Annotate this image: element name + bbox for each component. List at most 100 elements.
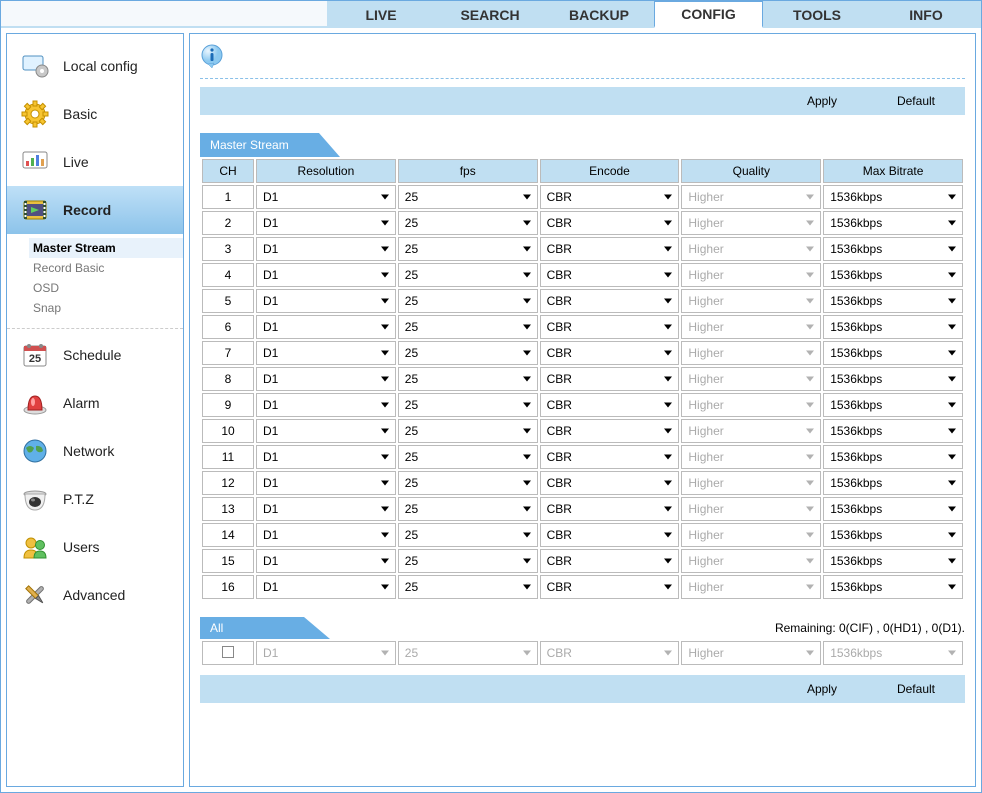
quality-select[interactable]: Higher (681, 211, 821, 235)
bitrate-select[interactable]: 1536kbps (823, 367, 963, 391)
encode-select[interactable]: CBR (540, 185, 680, 209)
tab-tools[interactable]: TOOLS (763, 1, 872, 28)
fps-select[interactable]: 25 (398, 367, 538, 391)
bitrate-select[interactable]: 1536kbps (823, 289, 963, 313)
sidebar-item-live[interactable]: Live (7, 138, 183, 186)
quality-select[interactable]: Higher (681, 289, 821, 313)
sidebar-subitem-snap[interactable]: Snap (29, 298, 183, 318)
default-button-bottom[interactable]: Default (897, 682, 935, 696)
bitrate-select[interactable]: 1536kbps (823, 523, 963, 547)
all-fps-select[interactable]: 25 (398, 641, 538, 665)
resolution-select[interactable]: D1 (256, 393, 396, 417)
apply-button[interactable]: Apply (807, 94, 837, 108)
fps-select[interactable]: 25 (398, 289, 538, 313)
quality-select[interactable]: Higher (681, 445, 821, 469)
encode-select[interactable]: CBR (540, 523, 680, 547)
bitrate-select[interactable]: 1536kbps (823, 445, 963, 469)
bitrate-select[interactable]: 1536kbps (823, 315, 963, 339)
encode-select[interactable]: CBR (540, 419, 680, 443)
sidebar-item-network[interactable]: Network (7, 427, 183, 475)
encode-select[interactable]: CBR (540, 211, 680, 235)
quality-select[interactable]: Higher (681, 237, 821, 261)
fps-select[interactable]: 25 (398, 341, 538, 365)
default-button[interactable]: Default (897, 94, 935, 108)
all-bitrate-select[interactable]: 1536kbps (823, 641, 963, 665)
encode-select[interactable]: CBR (540, 445, 680, 469)
stream-tab[interactable]: Master Stream (200, 133, 340, 157)
bitrate-select[interactable]: 1536kbps (823, 263, 963, 287)
fps-select[interactable]: 25 (398, 523, 538, 547)
encode-select[interactable]: CBR (540, 289, 680, 313)
quality-select[interactable]: Higher (681, 419, 821, 443)
fps-select[interactable]: 25 (398, 575, 538, 599)
resolution-select[interactable]: D1 (256, 211, 396, 235)
fps-select[interactable]: 25 (398, 185, 538, 209)
bitrate-select[interactable]: 1536kbps (823, 419, 963, 443)
resolution-select[interactable]: D1 (256, 185, 396, 209)
quality-select[interactable]: Higher (681, 263, 821, 287)
encode-select[interactable]: CBR (540, 315, 680, 339)
tab-config[interactable]: CONFIG (654, 1, 763, 28)
sidebar-item-basic[interactable]: Basic (7, 90, 183, 138)
quality-select[interactable]: Higher (681, 497, 821, 521)
resolution-select[interactable]: D1 (256, 471, 396, 495)
fps-select[interactable]: 25 (398, 471, 538, 495)
resolution-select[interactable]: D1 (256, 523, 396, 547)
quality-select[interactable]: Higher (681, 341, 821, 365)
quality-select[interactable]: Higher (681, 523, 821, 547)
sidebar-item-ptz[interactable]: P.T.Z (7, 475, 183, 523)
bitrate-select[interactable]: 1536kbps (823, 237, 963, 261)
all-encode-select[interactable]: CBR (540, 641, 680, 665)
resolution-select[interactable]: D1 (256, 263, 396, 287)
all-tab[interactable]: All (200, 617, 330, 639)
quality-select[interactable]: Higher (681, 393, 821, 417)
resolution-select[interactable]: D1 (256, 315, 396, 339)
encode-select[interactable]: CBR (540, 471, 680, 495)
encode-select[interactable]: CBR (540, 367, 680, 391)
resolution-select[interactable]: D1 (256, 289, 396, 313)
encode-select[interactable]: CBR (540, 393, 680, 417)
fps-select[interactable]: 25 (398, 315, 538, 339)
resolution-select[interactable]: D1 (256, 549, 396, 573)
all-resolution-select[interactable]: D1 (256, 641, 396, 665)
resolution-select[interactable]: D1 (256, 419, 396, 443)
resolution-select[interactable]: D1 (256, 445, 396, 469)
resolution-select[interactable]: D1 (256, 367, 396, 391)
quality-select[interactable]: Higher (681, 549, 821, 573)
fps-select[interactable]: 25 (398, 211, 538, 235)
fps-select[interactable]: 25 (398, 419, 538, 443)
sidebar-item-schedule[interactable]: 25Schedule (7, 331, 183, 379)
tab-info[interactable]: INFO (872, 1, 981, 28)
bitrate-select[interactable]: 1536kbps (823, 341, 963, 365)
bitrate-select[interactable]: 1536kbps (823, 549, 963, 573)
tab-live[interactable]: LIVE (327, 1, 436, 28)
sidebar-item-alarm[interactable]: Alarm (7, 379, 183, 427)
bitrate-select[interactable]: 1536kbps (823, 211, 963, 235)
quality-select[interactable]: Higher (681, 471, 821, 495)
sidebar-subitem-record-basic[interactable]: Record Basic (29, 258, 183, 278)
quality-select[interactable]: Higher (681, 367, 821, 391)
encode-select[interactable]: CBR (540, 341, 680, 365)
fps-select[interactable]: 25 (398, 393, 538, 417)
sidebar-item-local[interactable]: Local config (7, 42, 183, 90)
bitrate-select[interactable]: 1536kbps (823, 575, 963, 599)
quality-select[interactable]: Higher (681, 575, 821, 599)
bitrate-select[interactable]: 1536kbps (823, 185, 963, 209)
fps-select[interactable]: 25 (398, 237, 538, 261)
fps-select[interactable]: 25 (398, 445, 538, 469)
encode-select[interactable]: CBR (540, 263, 680, 287)
sidebar-subitem-osd[interactable]: OSD (29, 278, 183, 298)
quality-select[interactable]: Higher (681, 315, 821, 339)
fps-select[interactable]: 25 (398, 497, 538, 521)
apply-button-bottom[interactable]: Apply (807, 682, 837, 696)
sidebar-item-users[interactable]: Users (7, 523, 183, 571)
fps-select[interactable]: 25 (398, 263, 538, 287)
tab-search[interactable]: SEARCH (436, 1, 545, 28)
resolution-select[interactable]: D1 (256, 237, 396, 261)
encode-select[interactable]: CBR (540, 549, 680, 573)
resolution-select[interactable]: D1 (256, 341, 396, 365)
quality-select[interactable]: Higher (681, 185, 821, 209)
encode-select[interactable]: CBR (540, 237, 680, 261)
sidebar-subitem-master-stream[interactable]: Master Stream (29, 238, 183, 258)
sidebar-item-advanced[interactable]: Advanced (7, 571, 183, 619)
